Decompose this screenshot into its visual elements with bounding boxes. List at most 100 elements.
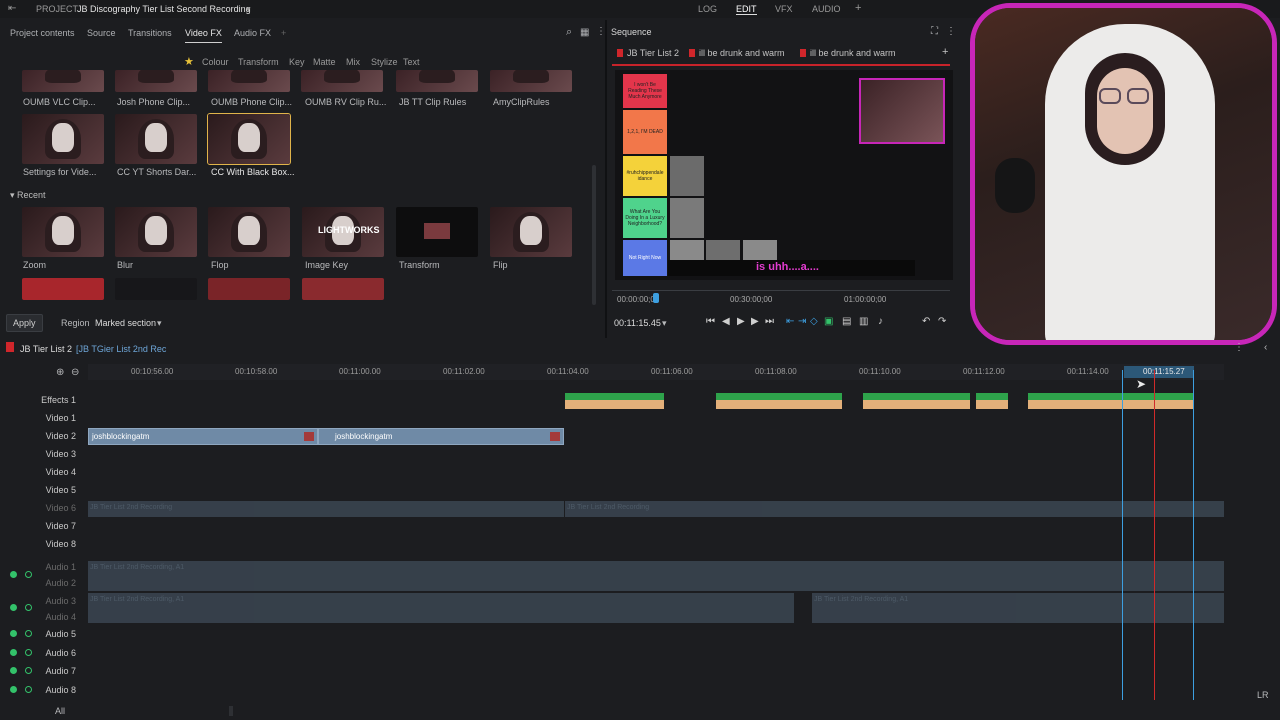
region-select[interactable]: Marked section [95,318,156,328]
track-label[interactable]: Audio 2 [0,578,82,588]
tab-edit[interactable]: EDIT [736,4,757,15]
effect-thumbnail[interactable] [22,114,104,164]
step-forward-icon[interactable]: ▶ [751,316,759,327]
chevron-down-icon[interactable]: ▾ [662,318,667,329]
effect-clip[interactable] [1028,393,1193,409]
exit-icon[interactable]: ⇤ [8,3,16,14]
project-name[interactable]: JB Discography Tier List Second Recordin… [77,4,251,14]
effect-thumbnail[interactable] [396,207,478,257]
chevron-down-icon[interactable]: ▾ [157,318,162,329]
track-label[interactable]: Video 3 [0,449,82,459]
tab-transitions[interactable]: Transitions [128,28,172,38]
scrollbar[interactable] [592,165,596,305]
mark-in-line[interactable] [1122,370,1123,700]
mark-in-icon[interactable]: ⇤ [786,316,794,327]
effect-thumbnail[interactable]: LIGHTWORKS [302,207,384,257]
track-solo-toggle[interactable] [25,649,32,656]
effect-thumbnail[interactable] [490,207,572,257]
search-icon[interactable]: ⌕ [566,26,572,39]
disabled-clip[interactable]: JB Tier List 2nd Recording [565,501,1224,517]
apply-button[interactable]: Apply [6,314,43,332]
tab-video-fx[interactable]: Video FX [185,28,222,43]
voiceover-icon[interactable]: ♪ [878,316,883,327]
video-clip[interactable]: joshblockingatm [318,428,564,445]
tab-project-contents[interactable]: Project contents [10,28,75,38]
clear-marks-icon[interactable]: ◇ [810,316,818,327]
track-enable-toggle[interactable] [10,571,17,578]
track-enable-toggle[interactable] [10,649,17,656]
add-cue-icon[interactable]: ▣ [824,316,833,327]
tab-log[interactable]: LOG [698,4,717,14]
effect-clip[interactable] [716,393,842,409]
track-label[interactable]: Video 5 [0,485,82,495]
go-to-end-icon[interactable]: ⏭ [765,316,774,327]
timeline-name[interactable]: JB Tier List 2 [20,344,72,354]
category-text[interactable]: Text [403,57,420,67]
menu-icon[interactable]: ⋮ [1234,342,1244,353]
effect-thumbnail[interactable] [208,278,290,300]
track-solo-toggle[interactable] [25,667,32,674]
mark-out-line[interactable] [1193,370,1194,700]
category-mix[interactable]: Mix [346,57,360,67]
effect-thumbnail[interactable] [115,278,197,300]
effect-thumbnail[interactable] [208,70,290,92]
recent-header[interactable]: ▾ Recent [10,190,46,201]
track-solo-toggle[interactable] [25,686,32,693]
replace-icon[interactable]: ▥ [859,316,868,327]
category-colour[interactable]: Colour [202,57,229,67]
undo-icon[interactable]: ↶ [922,316,930,327]
effect-thumbnail[interactable] [302,278,384,300]
timecode-display[interactable]: 00:11:15.45 [614,318,661,328]
insert-icon[interactable]: ▤ [842,316,851,327]
disabled-audio-clip[interactable]: JB Tier List 2nd Recording, A1 [88,561,1224,591]
all-tracks-label[interactable]: All [55,706,65,716]
track-label[interactable]: Video 4 [0,467,82,477]
track-label[interactable]: Audio 4 [0,612,82,622]
category-transform[interactable]: Transform [238,57,279,67]
disabled-clip[interactable]: JB Tier List 2nd Recording [88,501,564,517]
timeline-source-name[interactable]: [JB TGier List 2nd Rec [76,344,166,354]
track-label[interactable]: Video 8 [0,539,82,549]
effect-clip[interactable] [565,393,664,409]
track-enable-toggle[interactable] [10,604,17,611]
effect-thumbnail[interactable] [208,207,290,257]
effect-thumbnail[interactable] [115,114,197,164]
effect-thumbnail[interactable] [22,70,104,92]
video-clip[interactable]: joshblockingatm [88,428,318,445]
track-label[interactable]: Effects 1 [0,395,82,405]
viewer-playhead[interactable] [653,293,659,303]
sequence-tab[interactable]: JB Tier List 2 [617,48,679,58]
track-enable-toggle[interactable] [10,686,17,693]
add-icon[interactable]: + [281,28,286,38]
timeline-playhead[interactable] [1154,370,1155,700]
add-sequence-tab-button[interactable]: + [942,46,948,58]
effect-clip[interactable] [976,393,1008,409]
collapse-icon[interactable]: ‹ [1264,342,1267,353]
effect-thumbnail[interactable] [301,70,383,92]
chevron-down-icon[interactable]: ▾ [246,4,251,15]
go-to-start-icon[interactable]: ⏮ [706,316,715,327]
track-enable-toggle[interactable] [10,667,17,674]
disabled-audio-clip[interactable]: JB Tier List 2nd Recording, A1 [812,593,1224,623]
zoom-out-icon[interactable]: ⊖ [71,367,79,378]
track-solo-toggle[interactable] [25,630,32,637]
zoom-in-icon[interactable]: ⊕ [56,367,64,378]
track-enable-toggle[interactable] [10,630,17,637]
tab-audio-fx[interactable]: Audio FX [234,28,271,38]
effect-thumbnail-selected[interactable] [207,113,291,165]
step-back-icon[interactable]: ◀ [722,316,730,327]
tab-source[interactable]: Source [87,28,116,38]
effect-clip[interactable] [863,393,970,409]
mark-out-icon[interactable]: ⇥ [798,316,806,327]
horizontal-scrollbar[interactable] [229,706,233,716]
video-viewer[interactable]: I won't Be Reading These Much Anymore 1,… [615,70,953,280]
effect-thumbnail[interactable] [490,70,572,92]
track-solo-toggle[interactable] [25,604,32,611]
play-icon[interactable]: ▶ [737,316,745,327]
track-label[interactable]: Video 6 [0,503,82,513]
effect-thumbnail[interactable] [115,70,197,92]
track-label[interactable]: Video 2 [0,431,82,441]
sequence-tab[interactable]: ill be drunk and warm [689,48,785,58]
effect-thumbnail[interactable] [115,207,197,257]
category-stylize[interactable]: Stylize [371,57,398,67]
